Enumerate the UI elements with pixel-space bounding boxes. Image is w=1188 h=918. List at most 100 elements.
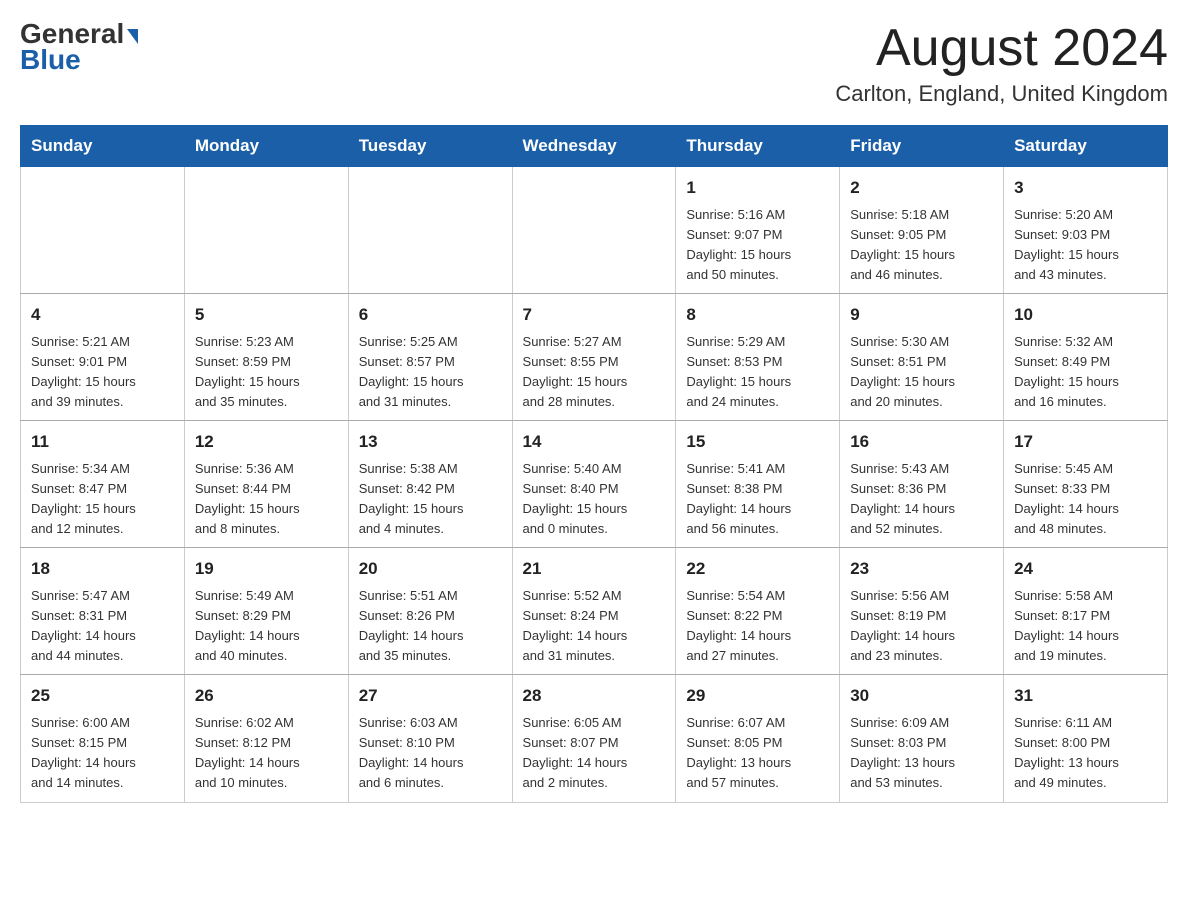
- calendar-cell: 20 Sunrise: 5:51 AM Sunset: 8:26 PM Dayli…: [348, 548, 512, 675]
- day-header-monday: Monday: [184, 126, 348, 167]
- day-number: 3: [1014, 175, 1157, 201]
- day-number: 11: [31, 429, 174, 455]
- day-info: Sunrise: 5:29 AM Sunset: 8:53 PM Dayligh…: [686, 332, 829, 413]
- day-header-wednesday: Wednesday: [512, 126, 676, 167]
- day-info: Sunrise: 5:27 AM Sunset: 8:55 PM Dayligh…: [523, 332, 666, 413]
- day-info: Sunrise: 5:58 AM Sunset: 8:17 PM Dayligh…: [1014, 586, 1157, 667]
- days-header-row: SundayMondayTuesdayWednesdayThursdayFrid…: [21, 126, 1168, 167]
- day-info: Sunrise: 6:09 AM Sunset: 8:03 PM Dayligh…: [850, 713, 993, 794]
- calendar-cell: 16Sunrise: 5:43 AM Sunset: 8:36 PM Dayli…: [840, 421, 1004, 548]
- day-info: Sunrise: 5:41 AM Sunset: 8:38 PM Dayligh…: [686, 459, 829, 540]
- day-number: 6: [359, 302, 502, 328]
- week-row-2: 4Sunrise: 5:21 AM Sunset: 9:01 PM Daylig…: [21, 294, 1168, 421]
- day-info: Sunrise: 6:03 AM Sunset: 8:10 PM Dayligh…: [359, 713, 502, 794]
- day-number: 21: [523, 556, 666, 582]
- logo: General Blue: [20, 20, 138, 76]
- calendar-cell: 6 Sunrise: 5:25 AM Sunset: 8:57 PM Daylig…: [348, 294, 512, 421]
- calendar-cell: 2 Sunrise: 5:18 AM Sunset: 9:05 PM Daylig…: [840, 167, 1004, 294]
- location-title: Carlton, England, United Kingdom: [835, 81, 1168, 107]
- day-number: 17: [1014, 429, 1157, 455]
- calendar-cell: 22Sunrise: 5:54 AM Sunset: 8:22 PM Dayli…: [676, 548, 840, 675]
- day-number: 22: [686, 556, 829, 582]
- calendar-cell: 14Sunrise: 5:40 AM Sunset: 8:40 PM Dayli…: [512, 421, 676, 548]
- day-info: Sunrise: 6:00 AM Sunset: 8:15 PM Dayligh…: [31, 713, 174, 794]
- day-number: 10: [1014, 302, 1157, 328]
- calendar-cell: 28 Sunrise: 6:05 AM Sunset: 8:07 PM Dayli…: [512, 675, 676, 802]
- calendar-cell: 30 Sunrise: 6:09 AM Sunset: 8:03 PM Dayli…: [840, 675, 1004, 802]
- calendar-cell: 27 Sunrise: 6:03 AM Sunset: 8:10 PM Dayli…: [348, 675, 512, 802]
- day-number: 16: [850, 429, 993, 455]
- logo-triangle-icon: [127, 29, 138, 44]
- day-number: 7: [523, 302, 666, 328]
- calendar-cell: 17 Sunrise: 5:45 AM Sunset: 8:33 PM Dayli…: [1004, 421, 1168, 548]
- day-info: Sunrise: 5:45 AM Sunset: 8:33 PM Dayligh…: [1014, 459, 1157, 540]
- calendar-cell: 25 Sunrise: 6:00 AM Sunset: 8:15 PM Dayli…: [21, 675, 185, 802]
- day-info: Sunrise: 5:21 AM Sunset: 9:01 PM Dayligh…: [31, 332, 174, 413]
- calendar-cell: 9 Sunrise: 5:30 AM Sunset: 8:51 PM Daylig…: [840, 294, 1004, 421]
- calendar-cell: 21 Sunrise: 5:52 AM Sunset: 8:24 PM Dayli…: [512, 548, 676, 675]
- day-info: Sunrise: 6:07 AM Sunset: 8:05 PM Dayligh…: [686, 713, 829, 794]
- day-number: 27: [359, 683, 502, 709]
- day-info: Sunrise: 5:52 AM Sunset: 8:24 PM Dayligh…: [523, 586, 666, 667]
- day-number: 8: [686, 302, 829, 328]
- day-number: 9: [850, 302, 993, 328]
- calendar-cell: [512, 167, 676, 294]
- day-info: Sunrise: 5:23 AM Sunset: 8:59 PM Dayligh…: [195, 332, 338, 413]
- day-info: Sunrise: 5:51 AM Sunset: 8:26 PM Dayligh…: [359, 586, 502, 667]
- day-info: Sunrise: 5:30 AM Sunset: 8:51 PM Dayligh…: [850, 332, 993, 413]
- week-row-4: 18Sunrise: 5:47 AM Sunset: 8:31 PM Dayli…: [21, 548, 1168, 675]
- header: General Blue August 2024 Carlton, Englan…: [20, 20, 1168, 107]
- calendar-table: SundayMondayTuesdayWednesdayThursdayFrid…: [20, 125, 1168, 802]
- calendar-cell: 3 Sunrise: 5:20 AM Sunset: 9:03 PM Daylig…: [1004, 167, 1168, 294]
- calendar-cell: 26 Sunrise: 6:02 AM Sunset: 8:12 PM Dayli…: [184, 675, 348, 802]
- day-number: 13: [359, 429, 502, 455]
- day-number: 23: [850, 556, 993, 582]
- day-number: 28: [523, 683, 666, 709]
- day-number: 30: [850, 683, 993, 709]
- day-number: 2: [850, 175, 993, 201]
- month-title: August 2024: [835, 20, 1168, 77]
- day-info: Sunrise: 5:34 AM Sunset: 8:47 PM Dayligh…: [31, 459, 174, 540]
- calendar-cell: 12 Sunrise: 5:36 AM Sunset: 8:44 PM Dayli…: [184, 421, 348, 548]
- calendar-cell: 11 Sunrise: 5:34 AM Sunset: 8:47 PM Dayli…: [21, 421, 185, 548]
- calendar-cell: 4Sunrise: 5:21 AM Sunset: 9:01 PM Daylig…: [21, 294, 185, 421]
- day-info: Sunrise: 5:16 AM Sunset: 9:07 PM Dayligh…: [686, 205, 829, 286]
- day-info: Sunrise: 5:36 AM Sunset: 8:44 PM Dayligh…: [195, 459, 338, 540]
- week-row-3: 11 Sunrise: 5:34 AM Sunset: 8:47 PM Dayli…: [21, 421, 1168, 548]
- day-number: 31: [1014, 683, 1157, 709]
- day-number: 19: [195, 556, 338, 582]
- calendar-cell: 13Sunrise: 5:38 AM Sunset: 8:42 PM Dayli…: [348, 421, 512, 548]
- day-info: Sunrise: 5:20 AM Sunset: 9:03 PM Dayligh…: [1014, 205, 1157, 286]
- day-header-tuesday: Tuesday: [348, 126, 512, 167]
- day-header-friday: Friday: [840, 126, 1004, 167]
- day-info: Sunrise: 5:56 AM Sunset: 8:19 PM Dayligh…: [850, 586, 993, 667]
- day-number: 20: [359, 556, 502, 582]
- day-info: Sunrise: 5:25 AM Sunset: 8:57 PM Dayligh…: [359, 332, 502, 413]
- calendar-cell: 18Sunrise: 5:47 AM Sunset: 8:31 PM Dayli…: [21, 548, 185, 675]
- day-number: 12: [195, 429, 338, 455]
- title-area: August 2024 Carlton, England, United Kin…: [835, 20, 1168, 107]
- day-number: 24: [1014, 556, 1157, 582]
- week-row-5: 25 Sunrise: 6:00 AM Sunset: 8:15 PM Dayli…: [21, 675, 1168, 802]
- calendar-cell: 19 Sunrise: 5:49 AM Sunset: 8:29 PM Dayli…: [184, 548, 348, 675]
- day-info: Sunrise: 5:49 AM Sunset: 8:29 PM Dayligh…: [195, 586, 338, 667]
- day-info: Sunrise: 6:02 AM Sunset: 8:12 PM Dayligh…: [195, 713, 338, 794]
- day-number: 5: [195, 302, 338, 328]
- day-info: Sunrise: 5:32 AM Sunset: 8:49 PM Dayligh…: [1014, 332, 1157, 413]
- day-info: Sunrise: 5:18 AM Sunset: 9:05 PM Dayligh…: [850, 205, 993, 286]
- calendar-cell: 23 Sunrise: 5:56 AM Sunset: 8:19 PM Dayli…: [840, 548, 1004, 675]
- day-number: 26: [195, 683, 338, 709]
- day-number: 25: [31, 683, 174, 709]
- day-number: 15: [686, 429, 829, 455]
- calendar-cell: [184, 167, 348, 294]
- calendar-cell: [21, 167, 185, 294]
- day-info: Sunrise: 6:11 AM Sunset: 8:00 PM Dayligh…: [1014, 713, 1157, 794]
- week-row-1: 1Sunrise: 5:16 AM Sunset: 9:07 PM Daylig…: [21, 167, 1168, 294]
- calendar-cell: [348, 167, 512, 294]
- day-info: Sunrise: 6:05 AM Sunset: 8:07 PM Dayligh…: [523, 713, 666, 794]
- calendar-cell: 1Sunrise: 5:16 AM Sunset: 9:07 PM Daylig…: [676, 167, 840, 294]
- day-number: 29: [686, 683, 829, 709]
- day-number: 18: [31, 556, 174, 582]
- calendar-cell: 5 Sunrise: 5:23 AM Sunset: 8:59 PM Daylig…: [184, 294, 348, 421]
- day-header-sunday: Sunday: [21, 126, 185, 167]
